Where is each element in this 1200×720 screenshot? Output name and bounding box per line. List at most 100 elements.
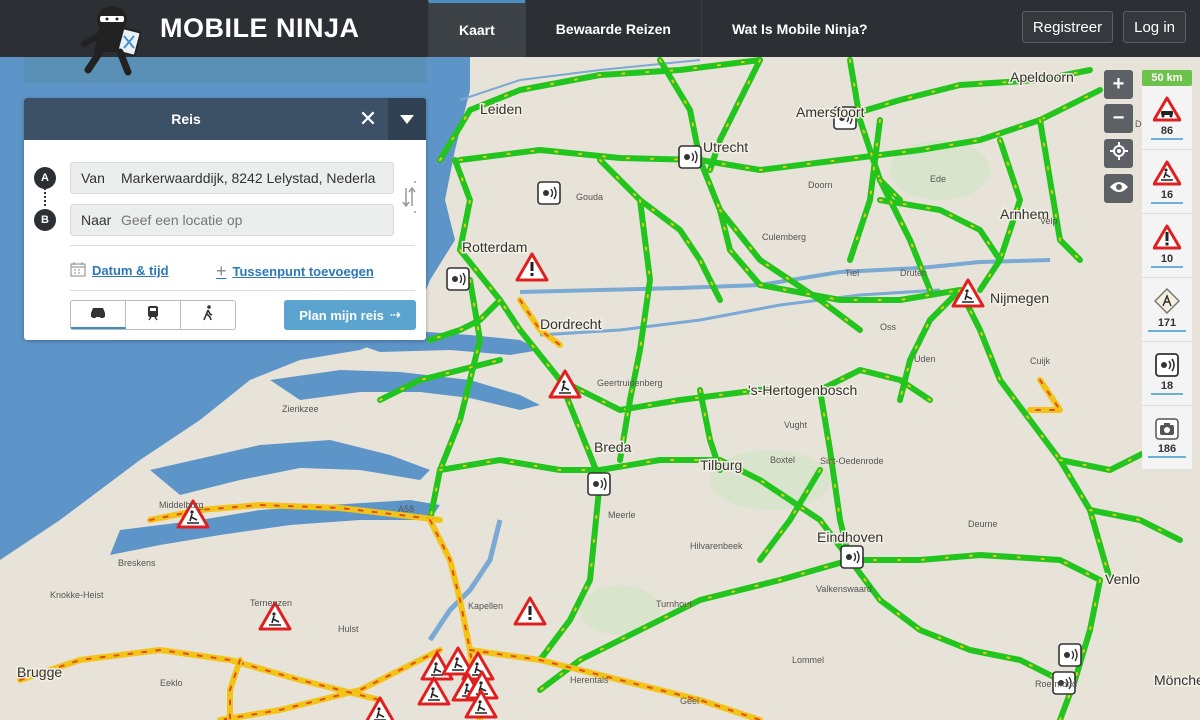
map-place-label: Eindhoven [817,529,883,545]
visibility-button[interactable] [1104,174,1133,203]
roadworks-count: 16 [1150,189,1184,204]
map-place-label: Gouda [576,192,603,202]
register-button[interactable]: Registreer [1021,11,1114,43]
map-place-label: Roermond [1035,679,1077,689]
from-field[interactable]: Van [70,162,394,194]
locate-me-button[interactable] [1104,139,1133,168]
plus-icon: + [216,261,227,281]
incident-sidebar: 50 km 86 16 10 171 18 186 [1142,70,1192,470]
speed-camera-marker-icon[interactable] [587,472,611,496]
speed-camera-icon [1155,352,1179,377]
map-place-label: Kapellen [468,601,503,611]
from-input[interactable] [121,170,393,186]
nav-bewaarde-reizen[interactable]: Bewaarde Reizen [524,0,701,57]
map-place-label: Boxtel [770,455,795,465]
mode-walk-button[interactable] [181,301,235,329]
warning-icon [1153,224,1181,249]
map-place-label: Geel [680,696,699,706]
nav-wat-is-mobile-ninja[interactable]: Wat Is Mobile Ninja? [700,0,898,57]
map-place-label: Turnhout [656,599,692,609]
map-place-label: Mönchengladbach [1154,672,1200,688]
from-label: Van [81,170,105,186]
route-connector-line [44,184,46,206]
map-place-label: Breda [594,439,632,455]
map-place-label: Nijmegen [990,290,1049,306]
map-place-label: Rotterdam [462,239,527,255]
divider [70,290,415,291]
filter-traffic-warnings[interactable]: 86 [1142,86,1192,150]
map-place-label: Druten [900,268,927,278]
speed-cameras-count: 18 [1150,380,1184,395]
nav-kaart[interactable]: Kaart [428,0,525,57]
speed-camera-marker-icon[interactable] [446,267,470,291]
date-time-label: Datum & tijd [92,263,169,278]
map-place-label: Breskens [118,558,156,568]
map-place-label: Terneuzen [250,598,292,608]
add-waypoint-link[interactable]: + Tussenpunt toevoegen [216,261,374,282]
pin-b-icon: B [34,209,56,231]
eye-icon [1109,177,1129,200]
date-time-link[interactable]: Datum & tijd [70,261,169,280]
speed-camera-marker-icon[interactable] [840,545,864,569]
filter-cameras[interactable]: 186 [1142,406,1192,470]
map-place-label: Brugge [17,664,62,680]
crosshair-icon [1109,141,1128,166]
map-place-label: Ede [930,174,946,184]
zoom-out-button[interactable]: − [1104,104,1133,133]
plan-route-button[interactable]: Plan mijn reis ⇢ [284,300,416,330]
map-place-label: 's-Hertogenbosch [748,382,857,398]
speed-camera-marker-icon[interactable] [537,181,561,205]
camera-icon [1155,417,1179,440]
close-icon[interactable]: ✕ [348,98,388,140]
to-field[interactable]: Naar [70,204,394,236]
top-navigation-bar: MOBILE NINJA Kaart Bewaarde Reizen Wat I… [0,0,1200,75]
map-place-label: Tiel [845,268,859,278]
map-place-label: A58 [398,504,414,514]
map-place-label: Venlo [1105,571,1140,587]
map-place-label: Culemberg [762,232,806,242]
map-place-label: Dordrecht [540,316,602,332]
add-waypoint-label: Tussenpunt toevoegen [232,264,374,279]
map-place-label: Hilvarenbeek [690,541,743,551]
car-icon [89,305,107,323]
map-place-label: Leiden [480,101,522,117]
map-place-label: Herentals [570,675,609,685]
from-row: A Van [34,162,394,194]
filter-roadworks[interactable]: 16 [1142,150,1192,214]
map-place-label: Doorn [808,180,833,190]
calendar-icon [70,261,86,280]
login-button[interactable]: Log in [1123,11,1186,43]
to-input[interactable] [121,212,393,228]
warnings-count: 10 [1150,253,1184,268]
speed-camera-marker-icon[interactable] [1058,643,1082,667]
mode-train-button[interactable] [126,301,181,329]
ninja-mascot-icon [80,0,150,78]
transport-mode-selector [70,300,236,330]
train-icon [146,305,160,326]
filter-warnings[interactable]: 10 [1142,214,1192,278]
traffic-warning-icon [1153,96,1181,121]
zoom-in-button[interactable]: + [1104,70,1133,99]
filter-speed-cameras[interactable]: 18 [1142,342,1192,406]
divider [70,245,415,246]
chevron-down-icon [400,114,414,124]
auth-buttons: Registreer Log in [1021,11,1186,43]
speed-camera-marker-icon[interactable] [678,145,702,169]
map-place-label: Sint-Oedenrode [820,456,884,466]
collapse-toggle-button[interactable] [388,98,426,140]
roadworks-icon [1153,160,1181,185]
map-place-label: Hulst [338,624,359,634]
panel-header: Reis ✕ [24,98,426,140]
swap-icon[interactable] [401,180,417,213]
logo[interactable]: MOBILE NINJA [80,0,360,75]
main-nav: Kaart Bewaarde Reizen Wat Is Mobile Ninj… [428,0,898,57]
map-place-label: Cuijk [1030,356,1051,366]
map-place-label: Tilburg [700,457,742,473]
logo-text: MOBILE NINJA [160,13,360,43]
map-place-label: Velp [1040,216,1058,226]
map-place-label: Eeklo [160,678,183,688]
filter-road-signs[interactable]: 171 [1142,278,1192,342]
mode-car-button[interactable] [71,301,126,329]
map-place-label: Geertruidenberg [597,378,663,388]
map-place-label: Deurne [968,519,998,529]
